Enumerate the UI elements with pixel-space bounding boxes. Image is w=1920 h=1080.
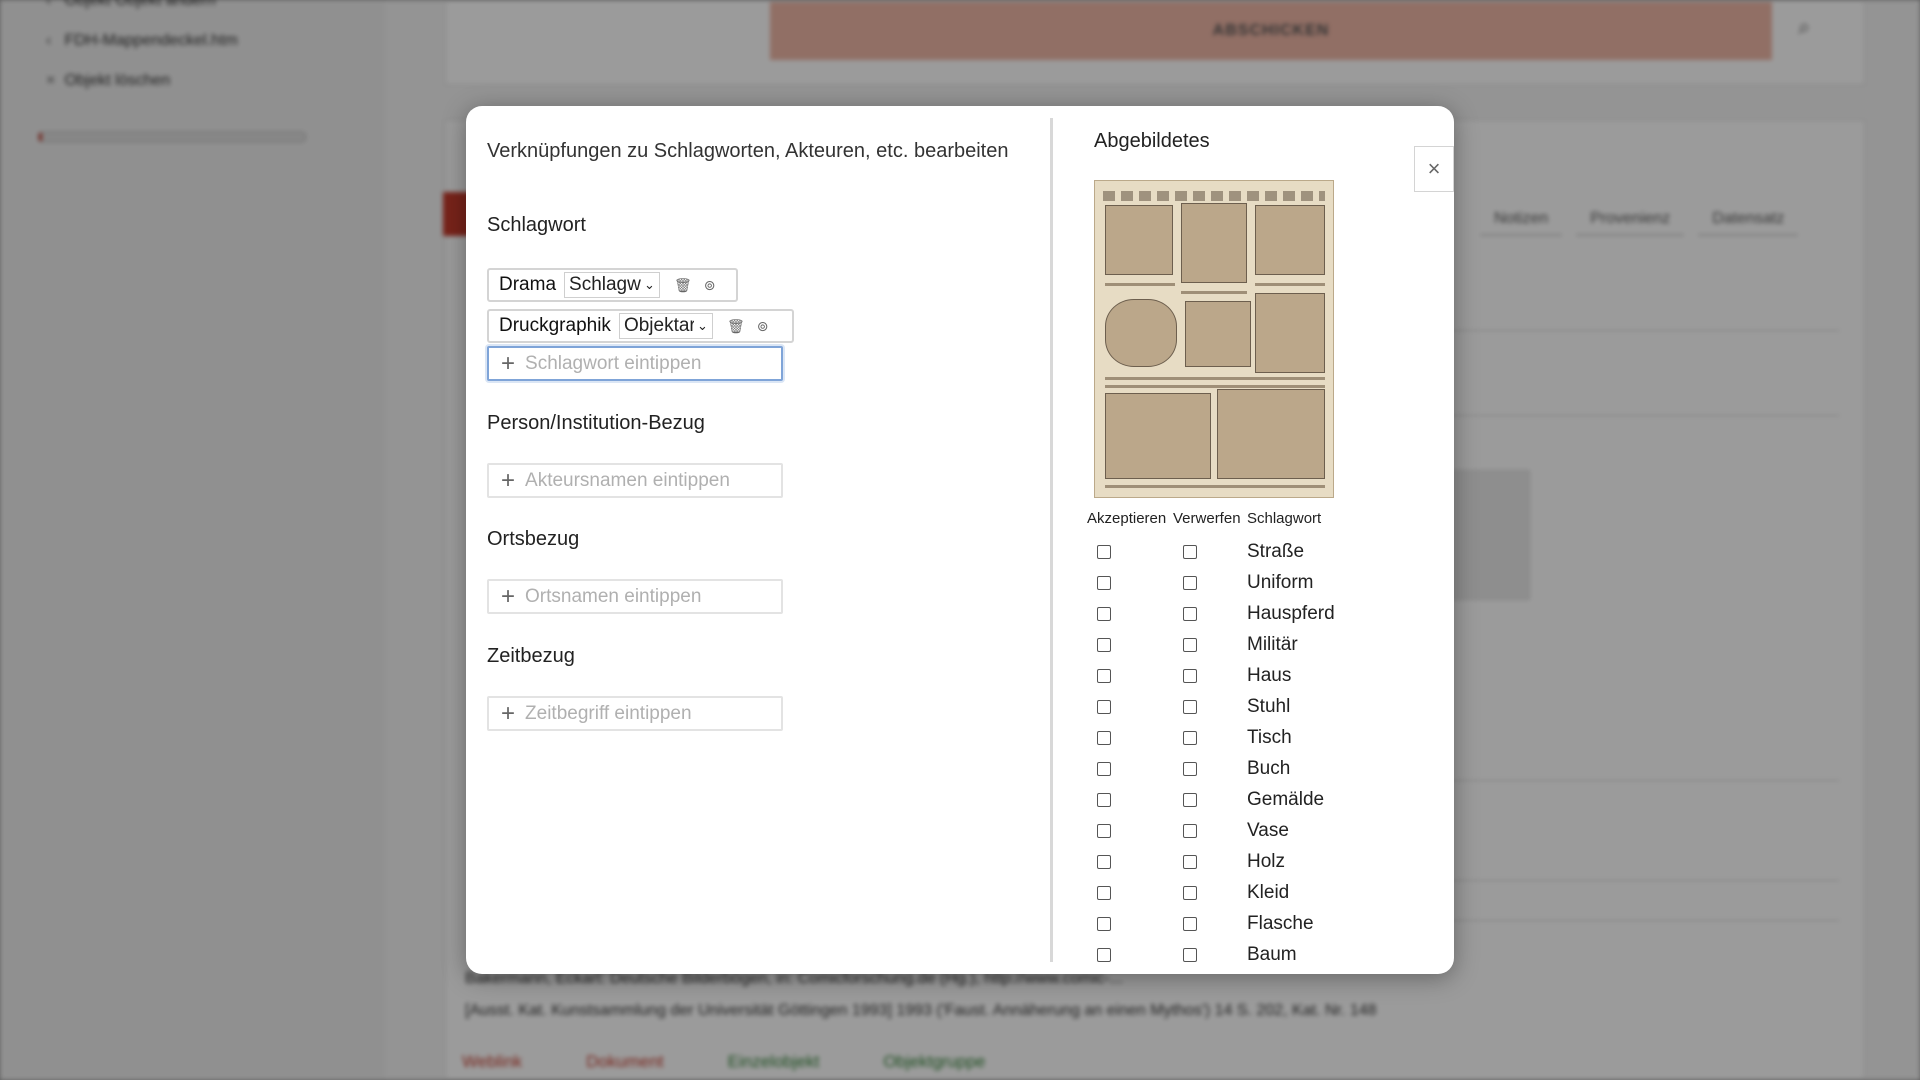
keyword-checkbox-row: Buch	[1086, 757, 1426, 781]
keyword-checkbox-row: Gemälde	[1086, 788, 1426, 812]
keyword-tag: Druckgraphik Objektart ⌄ 🗑 ⊚	[487, 309, 794, 343]
accept-checkbox[interactable]	[1097, 886, 1111, 900]
ort-input[interactable]: + Ortsnamen eintippen	[487, 579, 783, 614]
accept-checkbox[interactable]	[1097, 638, 1111, 652]
keyword-label: Gemälde	[1247, 789, 1325, 810]
circle-arrow-icon[interactable]: ⊚	[757, 318, 769, 335]
plus-icon: +	[501, 582, 516, 610]
reject-checkbox[interactable]	[1183, 669, 1197, 683]
close-icon: ×	[1427, 156, 1441, 181]
section-title-schlagwort: Schlagwort	[487, 214, 586, 236]
keyword-checkbox-row: Holz	[1086, 850, 1426, 874]
keyword-checkbox-row: Kleid	[1086, 881, 1426, 905]
section-title-zeit: Zeitbezug	[487, 645, 575, 667]
accept-checkbox[interactable]	[1097, 793, 1111, 807]
modal-title: Verknüpfungen zu Schlagworten, Akteuren,…	[487, 140, 1009, 162]
plus-icon: +	[501, 466, 516, 494]
keyword-checkbox-row: Uniform	[1086, 571, 1426, 595]
chevron-down-icon: ⌄	[644, 277, 655, 292]
plus-icon: +	[501, 349, 516, 377]
keyword-label: Hauspferd	[1247, 603, 1335, 624]
reject-checkbox[interactable]	[1183, 638, 1197, 652]
reject-checkbox[interactable]	[1183, 545, 1197, 559]
reject-column-header: Verwerfen	[1173, 510, 1241, 527]
pane-divider	[1050, 118, 1053, 962]
keyword-label: Tisch	[1247, 727, 1292, 748]
reject-checkbox[interactable]	[1183, 855, 1197, 869]
accept-checkbox[interactable]	[1097, 762, 1111, 776]
keyword-checkbox-row: Hauspferd	[1086, 602, 1426, 626]
keyword-label: Militär	[1247, 634, 1298, 655]
keyword-label: Haus	[1247, 665, 1292, 686]
reject-checkbox[interactable]	[1183, 948, 1197, 962]
keyword-tag: Drama Schlagwort ⌄ 🗑 ⊚	[487, 268, 738, 302]
accept-checkbox[interactable]	[1097, 545, 1111, 559]
depicted-title: Abgebildetes	[1094, 130, 1210, 152]
keyword-type-select[interactable]: Objektart ⌄	[618, 313, 713, 339]
close-button[interactable]: ×	[1414, 146, 1454, 192]
section-title-ort: Ortsbezug	[487, 528, 580, 550]
depicted-keywords-panel: Abgebildetes Akzeptieren Verwerfen Schla…	[1086, 106, 1446, 974]
reject-checkbox[interactable]	[1183, 762, 1197, 776]
accept-checkbox[interactable]	[1097, 669, 1111, 683]
keyword-checkbox-row: Vase	[1086, 819, 1426, 843]
keyword-label: Vase	[1247, 820, 1289, 841]
keyword-tag-name: Drama	[499, 274, 557, 295]
link-editor-form: Verknüpfungen zu Schlagworten, Akteuren,…	[466, 106, 1050, 974]
keyword-type-select[interactable]: Schlagwort ⌄	[564, 272, 661, 298]
accept-checkbox[interactable]	[1097, 824, 1111, 838]
reject-checkbox[interactable]	[1183, 793, 1197, 807]
keyword-checkbox-row: Stuhl	[1086, 695, 1426, 719]
accept-column-header: Akzeptieren	[1087, 510, 1167, 527]
keyword-label: Holz	[1247, 851, 1286, 872]
keyword-label: Kleid	[1247, 882, 1290, 903]
object-thumbnail[interactable]	[1094, 180, 1334, 498]
zeit-input[interactable]: + Zeitbegriff eintippen	[487, 696, 783, 731]
keyword-column-header: Schlagwort	[1247, 510, 1322, 527]
keyword-checkbox-row: Militär	[1086, 633, 1426, 657]
reject-checkbox[interactable]	[1183, 700, 1197, 714]
section-title-person: Person/Institution-Bezug	[487, 412, 705, 434]
link-editor-modal: Verknüpfungen zu Schlagworten, Akteuren,…	[466, 106, 1454, 974]
reject-checkbox[interactable]	[1183, 576, 1197, 590]
keyword-label: Buch	[1247, 758, 1291, 779]
schlagwort-input[interactable]: + Schlagwort eintippen	[487, 346, 783, 381]
keyword-checkbox-row: Haus	[1086, 664, 1426, 688]
keyword-label: Flasche	[1247, 913, 1314, 934]
reject-checkbox[interactable]	[1183, 886, 1197, 900]
reject-checkbox[interactable]	[1183, 607, 1197, 621]
accept-checkbox[interactable]	[1097, 700, 1111, 714]
keyword-tag-name: Druckgraphik	[499, 315, 611, 336]
chevron-down-icon: ⌄	[696, 318, 708, 333]
keyword-label: Baum	[1247, 944, 1297, 965]
akteur-input[interactable]: + Akteursnamen eintippen	[487, 463, 783, 498]
accept-checkbox[interactable]	[1097, 607, 1111, 621]
plus-icon: +	[501, 699, 516, 727]
accept-checkbox[interactable]	[1097, 576, 1111, 590]
circle-arrow-icon[interactable]: ⊚	[704, 277, 716, 294]
keyword-checkbox-row: Flasche	[1086, 912, 1426, 936]
reject-checkbox[interactable]	[1183, 731, 1197, 745]
accept-checkbox[interactable]	[1097, 855, 1111, 869]
reject-checkbox[interactable]	[1183, 917, 1197, 931]
reject-checkbox[interactable]	[1183, 824, 1197, 838]
keyword-checkbox-row: Baum	[1086, 943, 1426, 967]
keyword-checkbox-row: Straße	[1086, 540, 1426, 564]
trash-icon[interactable]: 🗑	[674, 277, 692, 294]
accept-checkbox[interactable]	[1097, 731, 1111, 745]
keyword-label: Uniform	[1247, 572, 1314, 593]
trash-icon[interactable]: 🗑	[727, 318, 745, 335]
accept-checkbox[interactable]	[1097, 917, 1111, 931]
keyword-label: Straße	[1247, 541, 1305, 562]
keyword-checkbox-row: Tisch	[1086, 726, 1426, 750]
accept-checkbox[interactable]	[1097, 948, 1111, 962]
keyword-label: Stuhl	[1247, 696, 1291, 717]
